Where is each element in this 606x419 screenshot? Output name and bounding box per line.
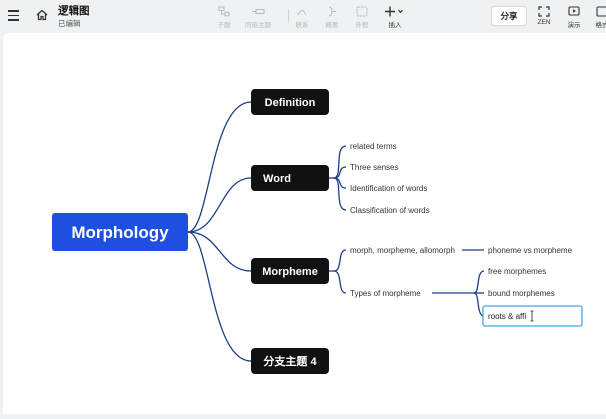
subtopic-classification[interactable]: Classification of words: [350, 206, 430, 215]
branch-definition-label: Definition: [265, 97, 316, 109]
save-status: 已编辑: [58, 18, 81, 29]
branch-morpheme-label: Morpheme: [262, 266, 318, 278]
branch-4[interactable]: 分支主题 4: [251, 348, 329, 374]
sibling-topic-icon: [251, 6, 265, 17]
relation-icon: [296, 6, 308, 17]
plus-chevron-icon: [384, 6, 406, 17]
boundary-label: 外框: [356, 22, 369, 29]
boundary-icon: [356, 6, 368, 17]
topic-edit-box[interactable]: roots & affi: [483, 306, 582, 326]
subtopic-icon: [218, 6, 230, 17]
subtopic-morph-allomorph[interactable]: morph, morpheme, allomorph: [350, 246, 455, 255]
summary-label: 概要: [326, 22, 339, 29]
relation-label: 联系: [296, 22, 309, 29]
mindmap-canvas[interactable]: Morphology Definition Word Morpheme 分支主题…: [3, 33, 606, 414]
summary-icon: [326, 6, 338, 17]
subtopic-types-of-morpheme[interactable]: Types of morpheme: [350, 289, 421, 298]
branch-morpheme[interactable]: Morpheme: [251, 258, 329, 284]
root-topic[interactable]: Morphology: [52, 213, 188, 251]
format-button[interactable]: 格式: [590, 6, 606, 29]
branch-4-label: 分支主题 4: [263, 354, 317, 368]
root-topic-label: Morphology: [71, 223, 169, 242]
insert-label: 插入: [389, 22, 402, 29]
subtopic-label: 子题: [218, 22, 231, 29]
home-icon[interactable]: [36, 9, 48, 21]
add-sibling-topic-button[interactable]: 同级主题: [238, 6, 278, 29]
present-label: 演示: [568, 22, 581, 29]
connectors: [188, 102, 484, 361]
insert-button[interactable]: 插入: [375, 6, 415, 29]
share-button[interactable]: 分享: [491, 6, 527, 26]
zen-label: ZEN: [538, 19, 551, 26]
topic-edit-input[interactable]: roots & affi: [488, 312, 526, 321]
mindmap-svg: Morphology Definition Word Morpheme 分支主题…: [3, 33, 606, 414]
subtopic-identification[interactable]: Identification of words: [350, 184, 427, 193]
branch-definition[interactable]: Definition: [251, 89, 329, 115]
subtopic-three-senses[interactable]: Three senses: [350, 163, 398, 172]
format-icon: [596, 6, 606, 17]
present-button[interactable]: 演示: [562, 6, 586, 29]
branch-word-label: Word: [263, 173, 291, 185]
subtopic-related-terms[interactable]: related terms: [350, 142, 397, 151]
format-label: 格式: [596, 22, 606, 29]
sibling-topic-label: 同级主题: [245, 22, 271, 29]
branch-word[interactable]: Word: [251, 165, 329, 191]
document-title[interactable]: 逻辑图: [58, 3, 90, 18]
zen-mode-button[interactable]: ZEN: [532, 6, 556, 26]
menu-icon[interactable]: [8, 10, 19, 21]
top-toolbar: 逻辑图 已编辑 子题 同级主题 联系 概要 外框: [0, 0, 606, 33]
subtopic-phoneme-vs-morpheme[interactable]: phoneme vs morpheme: [488, 246, 573, 255]
subtopic-bound-morphemes[interactable]: bound morphemes: [488, 289, 555, 298]
subtopic-free-morphemes[interactable]: free morphemes: [488, 267, 546, 276]
fullscreen-icon: [538, 6, 550, 17]
play-icon: [568, 6, 580, 17]
